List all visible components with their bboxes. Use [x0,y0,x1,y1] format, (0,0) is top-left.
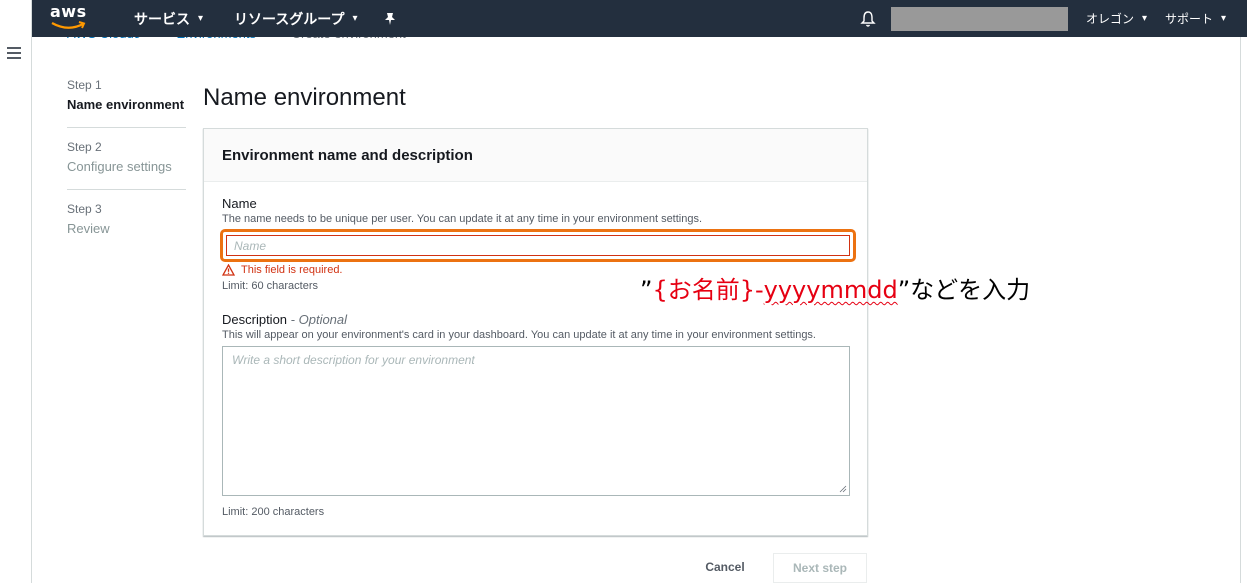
aws-smile-icon [51,21,86,29]
pin-icon[interactable] [384,0,396,37]
warning-icon [222,264,235,276]
name-input-highlight [220,229,856,262]
aws-logo-text: aws [50,2,87,21]
chevron-down-icon: ▾ [1221,13,1227,24]
description-field-description: This will appear on your environment's c… [222,329,816,341]
error-text: This field is required. [241,264,343,276]
step-3: Step 3 Review [67,202,186,251]
content-right-border [1240,37,1241,583]
chevron-down-icon: ▾ [198,13,204,24]
cancel-button[interactable]: Cancel [693,555,757,579]
step-name: Name environment [67,97,185,112]
support-menu[interactable]: サポート ▾ [1165,0,1226,37]
name-field-label: Name [222,196,257,211]
annotation-rest: などを入力 [910,276,1031,304]
account-name-redacted[interactable] [891,7,1068,31]
resource-groups-menu[interactable]: リソースグループ ▾ [234,0,358,37]
wizard-steps: Step 1 Name environment Step 2 Configure… [67,78,186,263]
top-navigation-bar: aws サービス ▾ リソースグループ ▾ オレゴン ▾ サポート ▾ [32,0,1247,37]
step-name: Configure settings [67,159,172,174]
aws-logo[interactable]: aws [50,3,90,35]
name-error-message: This field is required. [222,264,343,276]
annotation-name-placeholder: {お名前}- [652,276,764,304]
region-menu[interactable]: オレゴン ▾ [1086,0,1147,37]
optional-marker: - Optional [290,312,348,327]
annotation-date-format: yyyymmdd [763,276,898,304]
annotation-close-quote: ” [897,276,911,304]
description-field-label: Description - Optional [222,312,347,327]
resize-grip-icon[interactable] [839,485,847,493]
optional-text: Optional [298,312,348,327]
services-menu[interactable]: サービス ▾ [134,0,203,37]
step-number: Step 2 [67,140,102,154]
next-step-button[interactable]: Next step [773,553,867,583]
panel-header: Environment name and description [204,129,867,182]
description-limit: Limit: 200 characters [222,506,325,518]
hamburger-menu-icon[interactable] [7,47,21,59]
chevron-down-icon: ▾ [1142,13,1148,24]
resource-groups-label: リソースグループ [234,10,345,27]
description-label-text: Description [222,312,288,327]
region-label: オレゴン [1086,12,1135,26]
name-limit: Limit: 60 characters [222,280,318,292]
name-field-description: The name needs to be unique per user. Yo… [222,213,703,225]
name-input[interactable] [226,235,850,256]
description-textarea[interactable] [222,346,850,496]
environment-panel: Environment name and description Name Th… [203,128,868,536]
bell-icon[interactable] [860,10,876,28]
step-1[interactable]: Step 1 Name environment [67,78,186,128]
left-gutter [0,0,32,583]
step-2: Step 2 Configure settings [67,140,186,190]
chevron-down-icon: ▾ [352,13,358,24]
services-label: サービス [134,10,190,27]
step-number: Step 3 [67,202,102,216]
support-label: サポート [1165,12,1214,26]
step-number: Step 1 [67,78,102,92]
annotation-open-quote: ” [640,276,653,304]
input-hint-annotation: ”{お名前}-yyyymmdd”などを入力 [640,270,1030,305]
step-name: Review [67,221,110,236]
page-title: Name environment [203,84,406,111]
